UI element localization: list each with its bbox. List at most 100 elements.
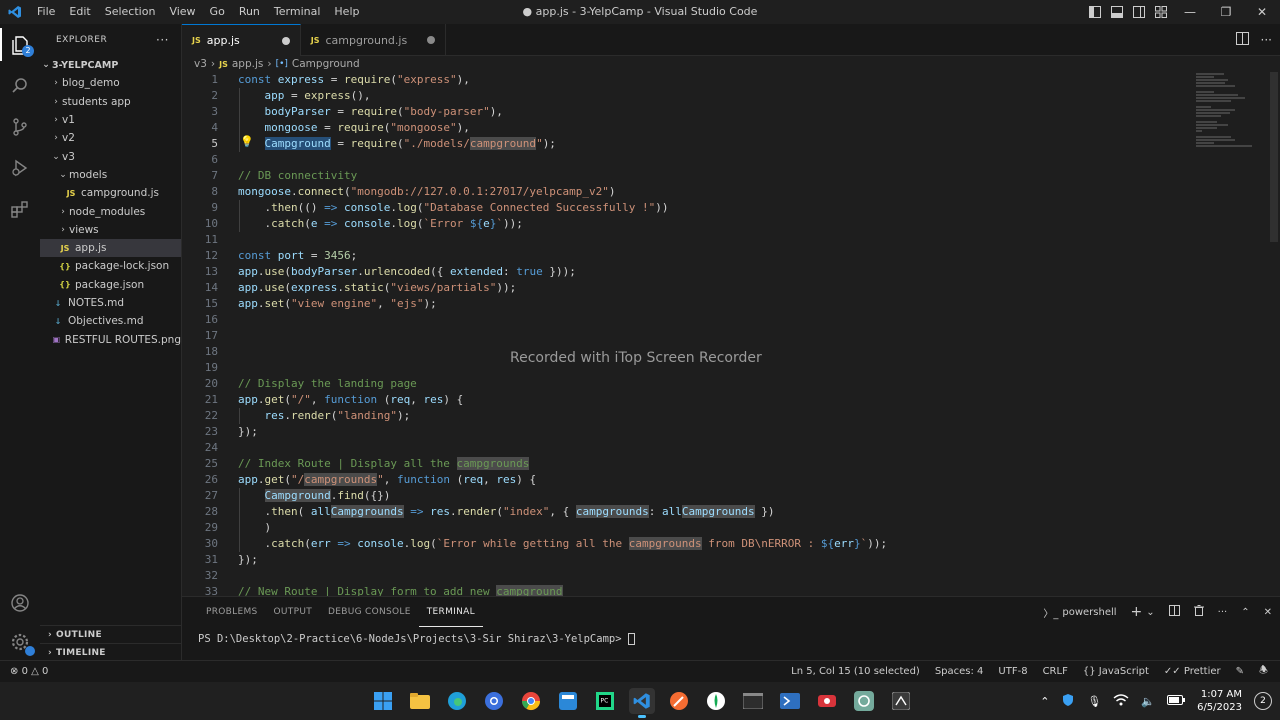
- accounts-icon[interactable]: [0, 582, 40, 623]
- chatgpt-icon[interactable]: [851, 688, 877, 714]
- breadcrumb-folder[interactable]: v3: [194, 58, 207, 70]
- menu-selection[interactable]: Selection: [98, 0, 163, 24]
- postman-icon[interactable]: [666, 688, 692, 714]
- file-explorer-icon[interactable]: [407, 688, 433, 714]
- menu-edit[interactable]: Edit: [62, 0, 97, 24]
- notifications-bell-icon[interactable]: 🕭: [1259, 663, 1268, 680]
- tree-item-restful-routes-png[interactable]: ▣ RESTFUL ROUTES.png: [40, 330, 181, 348]
- encoding[interactable]: UTF-8: [998, 666, 1027, 677]
- menu-help[interactable]: Help: [327, 0, 366, 24]
- split-terminal-icon[interactable]: [1168, 605, 1180, 619]
- tree-item-students-app[interactable]: › students app: [40, 93, 181, 111]
- customize-layout-icon[interactable]: [1150, 6, 1172, 18]
- split-editor-icon[interactable]: [1235, 32, 1249, 48]
- battery-icon[interactable]: [1167, 694, 1186, 708]
- minimize-window-icon[interactable]: —: [1172, 0, 1208, 24]
- breadcrumb-symbol[interactable]: Campground: [292, 58, 360, 70]
- powershell-icon[interactable]: [777, 688, 803, 714]
- unsaved-dot-icon[interactable]: [427, 36, 436, 44]
- trash-icon[interactable]: [1193, 605, 1204, 619]
- wifi-icon[interactable]: [1113, 693, 1129, 709]
- outline-section[interactable]: › OUTLINE: [40, 625, 182, 643]
- pycharm-icon[interactable]: PC: [592, 688, 618, 714]
- toggle-panel-icon[interactable]: [1106, 6, 1128, 18]
- tree-item-package-json[interactable]: {} package.json: [40, 276, 181, 294]
- tab-campground-js[interactable]: JS campground.js: [301, 24, 447, 56]
- system-clock[interactable]: 1:07 AM 6/5/2023: [1197, 688, 1242, 714]
- more-actions-icon[interactable]: ···: [156, 33, 169, 47]
- new-terminal-plus-icon[interactable]: +: [1131, 604, 1143, 620]
- menu-go[interactable]: Go: [203, 0, 232, 24]
- extensions-icon[interactable]: [0, 188, 40, 229]
- screen-recorder-icon[interactable]: [814, 688, 840, 714]
- explorer-icon[interactable]: 2: [0, 24, 40, 65]
- tree-item-package-lock-json[interactable]: {} package-lock.json: [40, 257, 181, 275]
- line-number: 9: [211, 201, 218, 214]
- tree-item-notes-md[interactable]: ↓ NOTES.md: [40, 294, 181, 312]
- terminal-shell-label[interactable]: powershell: [1062, 607, 1116, 618]
- more-actions-icon[interactable]: ···: [1218, 607, 1228, 618]
- tree-item-app-js[interactable]: JS app.js: [40, 238, 181, 258]
- terminal-app-icon[interactable]: [740, 688, 766, 714]
- feedback-icon[interactable]: ✎: [1236, 666, 1244, 677]
- close-window-icon[interactable]: ✕: [1244, 0, 1280, 24]
- run-debug-icon[interactable]: [0, 147, 40, 188]
- browser-app-icon[interactable]: [481, 688, 507, 714]
- minimap[interactable]: [1196, 72, 1266, 182]
- cursor-position[interactable]: Ln 5, Col 15 (10 selected): [791, 666, 920, 677]
- menu-terminal[interactable]: Terminal: [267, 0, 328, 24]
- tab-app-js[interactable]: JS app.js: [182, 24, 301, 56]
- scrollbar-thumb[interactable]: [1270, 72, 1278, 242]
- terminal-output[interactable]: PS D:\Desktop\2-Practice\6-NodeJs\Projec…: [182, 627, 1280, 651]
- microphone-icon[interactable]: 🎙: [1087, 695, 1101, 708]
- editor-scrollbar[interactable]: [1266, 72, 1280, 596]
- prettier-status[interactable]: ✓✓ Prettier: [1164, 666, 1221, 677]
- tree-item-views[interactable]: › views: [40, 221, 181, 239]
- tree-item-objectives-md[interactable]: ↓ Objectives.md: [40, 312, 181, 330]
- tab-problems[interactable]: PROBLEMS: [198, 597, 266, 627]
- chevron-up-icon[interactable]: ⌃: [1040, 695, 1049, 708]
- more-actions-icon[interactable]: ···: [1261, 33, 1272, 47]
- vscode-taskbar-icon[interactable]: [629, 688, 655, 718]
- unsaved-dot-icon[interactable]: [281, 36, 290, 45]
- tab-terminal[interactable]: TERMINAL: [418, 597, 483, 627]
- source-control-icon[interactable]: [0, 106, 40, 147]
- timeline-section[interactable]: › TIMELINE: [40, 643, 182, 661]
- tree-item-v2[interactable]: › v2: [40, 129, 181, 147]
- workspace-root[interactable]: ⌄ 3-YELPCAMP: [40, 56, 181, 74]
- problems-status[interactable]: ⊗ 0 △ 0: [10, 666, 48, 677]
- maximize-panel-icon[interactable]: ⌃: [1241, 607, 1249, 618]
- toggle-primary-sidebar-icon[interactable]: [1084, 6, 1106, 18]
- chevron-down-icon[interactable]: ⌄: [1146, 607, 1154, 618]
- mongodb-compass-icon[interactable]: [703, 688, 729, 714]
- search-icon[interactable]: [0, 65, 40, 106]
- chrome-icon[interactable]: [518, 688, 544, 714]
- tab-debug-console[interactable]: DEBUG CONSOLE: [320, 597, 419, 627]
- toggle-secondary-sidebar-icon[interactable]: [1128, 6, 1150, 18]
- tree-item-campground-js[interactable]: JS campground.js: [40, 184, 181, 202]
- language-mode[interactable]: {} JavaScript: [1083, 666, 1149, 677]
- indentation[interactable]: Spaces: 4: [935, 666, 984, 677]
- security-shield-icon[interactable]: [1061, 693, 1075, 710]
- notification-count-badge[interactable]: 2: [1254, 692, 1272, 710]
- tree-item-v1[interactable]: › v1: [40, 111, 181, 129]
- tree-item-models[interactable]: ⌄ models: [40, 166, 181, 184]
- edge-browser-icon[interactable]: [444, 688, 470, 714]
- tree-item-v3[interactable]: ⌄ v3: [40, 147, 181, 165]
- code-editor[interactable]: 💡 1 const express = require("express"), 2…: [182, 72, 1280, 596]
- windows-start-icon[interactable]: [370, 688, 396, 714]
- menu-file[interactable]: File: [30, 0, 62, 24]
- tree-item-blog-demo[interactable]: › blog_demo: [40, 74, 181, 92]
- volume-icon[interactable]: 🔈: [1141, 695, 1155, 708]
- app-launcher-icon[interactable]: [888, 688, 914, 714]
- menu-run[interactable]: Run: [232, 0, 267, 24]
- close-panel-icon[interactable]: ✕: [1264, 607, 1272, 618]
- end-of-line[interactable]: CRLF: [1043, 666, 1068, 677]
- tab-output[interactable]: OUTPUT: [266, 597, 320, 627]
- manage-gear-icon[interactable]: [0, 621, 40, 662]
- restore-window-icon[interactable]: ❐: [1208, 0, 1244, 24]
- calculator-app-icon[interactable]: [555, 688, 581, 714]
- menu-view[interactable]: View: [162, 0, 202, 24]
- breadcrumb-file[interactable]: app.js: [232, 58, 264, 70]
- tree-item-node-modules[interactable]: › node_modules: [40, 202, 181, 220]
